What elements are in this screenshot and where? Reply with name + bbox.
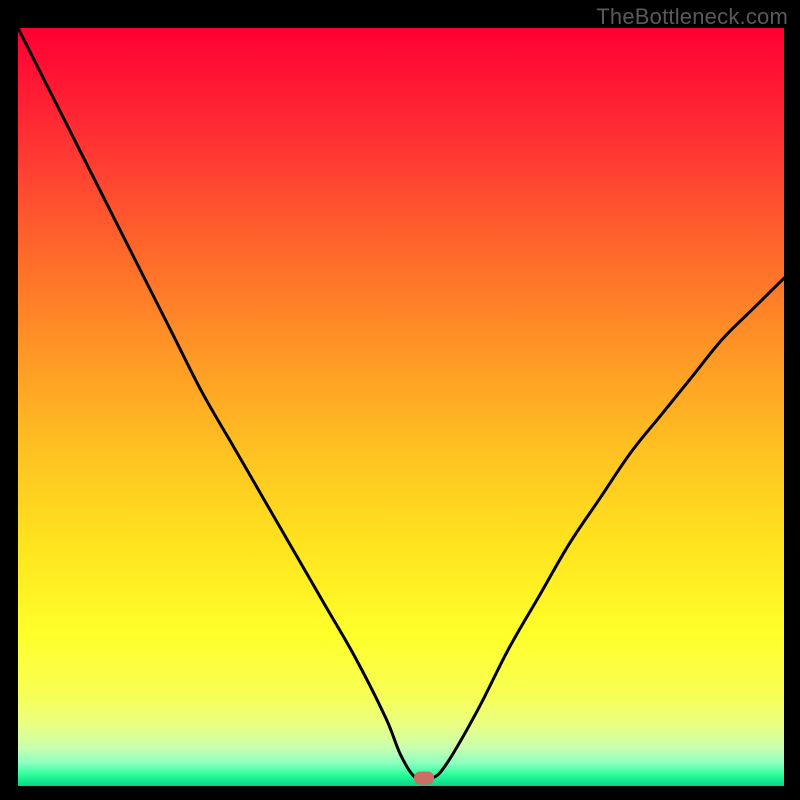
bottleneck-curve bbox=[18, 28, 784, 786]
chart-container: TheBottleneck.com bbox=[0, 0, 800, 800]
plot-area bbox=[18, 28, 784, 786]
watermark-text: TheBottleneck.com bbox=[596, 4, 788, 30]
optimal-marker bbox=[414, 772, 434, 785]
